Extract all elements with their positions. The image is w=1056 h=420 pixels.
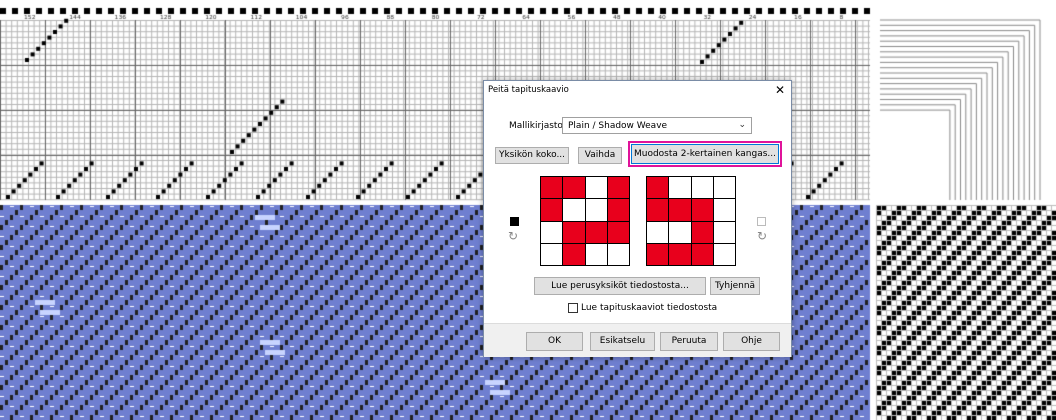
read-units-button[interactable]: Lue perusyksiköt tiedostosta... xyxy=(534,277,706,295)
unit-size-button[interactable]: Yksikön koko... xyxy=(495,147,569,164)
peg-cell[interactable] xyxy=(585,221,607,243)
peg-cell[interactable] xyxy=(647,199,669,221)
chevron-down-icon: ⌄ xyxy=(738,120,746,130)
peg-cell[interactable] xyxy=(585,199,607,221)
cover-peg-plan-dialog: Peitä tapituskaavio ✕ Mallikirjasto: Pla… xyxy=(483,80,792,357)
peg-cell[interactable] xyxy=(713,221,735,243)
peg-cell[interactable] xyxy=(647,243,669,265)
peg-cell[interactable] xyxy=(647,221,669,243)
ok-button[interactable]: OK xyxy=(526,332,583,351)
dialog-titlebar: Peitä tapituskaavio ✕ xyxy=(484,81,791,102)
read-peg-plans-label: Lue tapituskaaviot tiedostosta xyxy=(581,303,718,313)
peg-cell[interactable] xyxy=(607,243,629,265)
peg-cell[interactable] xyxy=(563,243,585,265)
peg-cell[interactable] xyxy=(691,243,713,265)
peg-cell[interactable] xyxy=(541,177,563,199)
peg-cell[interactable] xyxy=(585,243,607,265)
peg-cell[interactable] xyxy=(563,177,585,199)
peg-cell[interactable] xyxy=(713,177,735,199)
library-label: Mallikirjasto: xyxy=(509,121,566,131)
read-peg-plans-checkbox[interactable] xyxy=(568,303,578,313)
black-swatch-icon[interactable] xyxy=(510,217,519,226)
peg-cell[interactable] xyxy=(563,199,585,221)
peg-cell[interactable] xyxy=(563,221,585,243)
rotate-icon[interactable]: ↻ xyxy=(757,229,767,243)
highlight-box xyxy=(628,141,782,167)
peg-cell[interactable] xyxy=(541,243,563,265)
peg-cell[interactable] xyxy=(691,177,713,199)
swap-button[interactable]: Vaihda xyxy=(578,147,622,164)
peg-cell[interactable] xyxy=(541,199,563,221)
peg-cell[interactable] xyxy=(669,177,691,199)
rotate-icon[interactable]: ↻ xyxy=(508,229,518,243)
peg-plan-left-grid[interactable] xyxy=(540,176,630,266)
dialog-title: Peitä tapituskaavio xyxy=(488,85,569,95)
peg-cell[interactable] xyxy=(607,199,629,221)
close-icon[interactable]: ✕ xyxy=(773,83,787,97)
peg-cell[interactable] xyxy=(713,243,735,265)
help-button[interactable]: Ohje xyxy=(723,332,780,351)
peg-cell[interactable] xyxy=(607,221,629,243)
library-select[interactable]: Plain / Shadow Weave ⌄ xyxy=(562,117,752,134)
peg-cell[interactable] xyxy=(541,221,563,243)
white-swatch-icon[interactable] xyxy=(757,217,766,226)
peg-cell[interactable] xyxy=(647,177,669,199)
peg-cell[interactable] xyxy=(669,199,691,221)
clear-button[interactable]: Tyhjennä xyxy=(710,277,760,295)
peg-cell[interactable] xyxy=(669,243,691,265)
peg-cell[interactable] xyxy=(691,221,713,243)
peg-cell[interactable] xyxy=(713,199,735,221)
peg-cell[interactable] xyxy=(669,221,691,243)
library-select-value: Plain / Shadow Weave xyxy=(568,121,668,131)
peg-cell[interactable] xyxy=(691,199,713,221)
peg-plan-right-grid[interactable] xyxy=(646,176,736,266)
cancel-button[interactable]: Peruuta xyxy=(660,332,718,351)
peg-cell[interactable] xyxy=(607,177,629,199)
peg-cell[interactable] xyxy=(585,177,607,199)
preview-button[interactable]: Esikatselu xyxy=(590,332,655,351)
